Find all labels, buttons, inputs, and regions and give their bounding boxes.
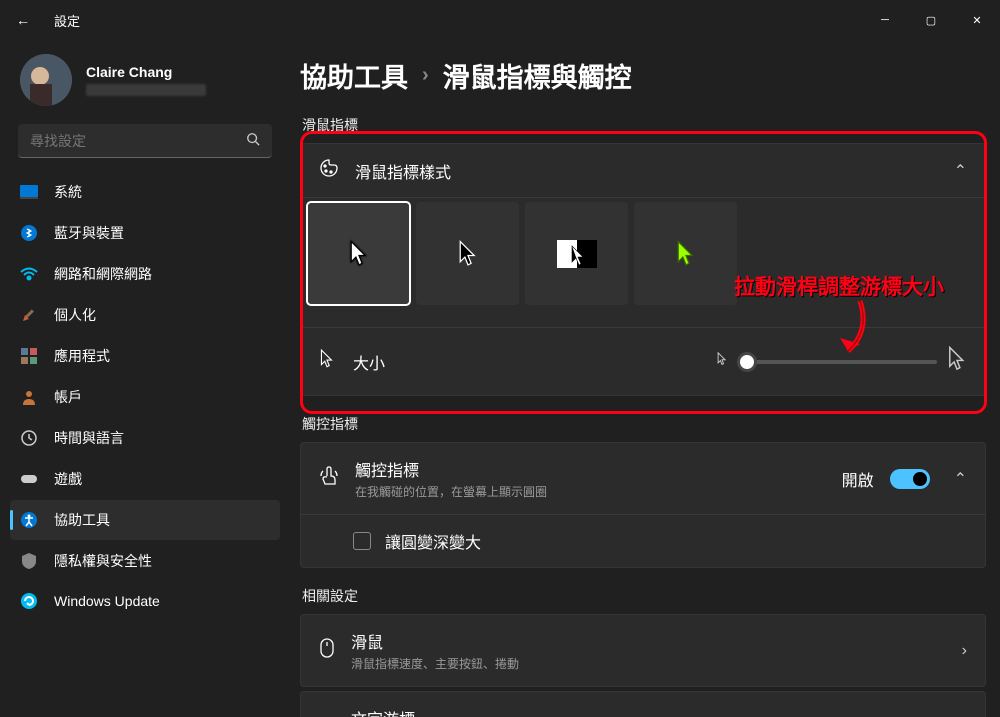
sidebar-item-update[interactable]: Windows Update <box>10 582 280 620</box>
display-icon <box>20 183 38 201</box>
pointer-style-card: 滑鼠指標樣式 ⌃ 大小 <box>300 143 986 396</box>
pointer-style-inverted[interactable] <box>525 202 628 305</box>
maximize-button[interactable]: ▢ <box>908 0 954 40</box>
row-title: 滑鼠 <box>351 629 519 653</box>
sidebar-item-apps[interactable]: 應用程式 <box>10 336 280 376</box>
sidebar-item-system[interactable]: 系統 <box>10 172 280 212</box>
toggle-label: 開啟 <box>842 467 874 491</box>
clock-icon <box>20 429 38 447</box>
touch-indicator-row[interactable]: 觸控指標 在我觸碰的位置，在螢幕上顯示圓圈 開啟 ⌃ <box>301 443 985 514</box>
touch-icon <box>319 466 339 491</box>
sidebar-item-label: 網路和網際網路 <box>54 264 152 284</box>
close-button[interactable]: ✕ <box>954 0 1000 40</box>
profile-name: Claire Chang <box>86 64 206 80</box>
page-title: 滑鼠指標與觸控 <box>443 56 632 95</box>
sidebar-item-bluetooth[interactable]: 藍牙與裝置 <box>10 213 280 253</box>
touch-toggle[interactable] <box>890 469 930 489</box>
chevron-right-icon: › <box>962 642 967 660</box>
sidebar-item-accounts[interactable]: 帳戶 <box>10 377 280 417</box>
person-icon <box>20 388 38 406</box>
gamepad-icon <box>20 470 38 488</box>
sidebar-item-label: 系統 <box>54 182 82 202</box>
sidebar-item-label: 時間與語言 <box>54 428 124 448</box>
minimize-button[interactable]: ─ <box>862 0 908 40</box>
cursor-outline-icon <box>319 349 335 374</box>
pointer-style-white[interactable] <box>307 202 410 305</box>
paintbrush-icon <box>20 306 38 324</box>
related-mouse-card[interactable]: 滑鼠 滑鼠指標速度、主要按鈕、捲動 › <box>300 614 986 687</box>
sidebar-item-label: 藍牙與裝置 <box>54 223 124 243</box>
search-icon <box>246 132 260 149</box>
sidebar-item-personalization[interactable]: 個人化 <box>10 295 280 335</box>
row-label: 滑鼠指標樣式 <box>355 159 451 183</box>
sidebar-item-label: 協助工具 <box>54 510 110 530</box>
pointer-size-row: 大小 <box>301 327 985 395</box>
profile-email <box>86 84 206 96</box>
touch-darker-checkbox[interactable] <box>353 532 371 550</box>
sidebar-item-privacy[interactable]: 隱私權與安全性 <box>10 541 280 581</box>
sidebar-item-label: Windows Update <box>54 593 160 609</box>
chevron-right-icon: › <box>422 64 429 87</box>
shield-icon <box>20 552 38 570</box>
app-title: 設定 <box>54 11 80 30</box>
size-slider[interactable] <box>737 360 937 364</box>
related-textcursor-card[interactable]: 文字游標 <box>300 691 986 717</box>
sidebar-item-label: 帳戶 <box>54 387 82 407</box>
breadcrumb: 協助工具 › 滑鼠指標與觸控 <box>300 56 986 95</box>
mouse-icon <box>319 637 335 664</box>
profile[interactable]: Claire Chang <box>0 40 290 120</box>
sidebar-item-time[interactable]: 時間與語言 <box>10 418 280 458</box>
row-desc: 在我觸碰的位置，在螢幕上顯示圓圈 <box>355 483 547 500</box>
row-title: 觸控指標 <box>355 457 547 481</box>
cursor-large-icon <box>947 346 967 377</box>
pointer-style-black[interactable] <box>416 202 519 305</box>
sidebar-item-network[interactable]: 網路和網際網路 <box>10 254 280 294</box>
checkbox-label: 讓圓變深變大 <box>385 529 481 553</box>
section-header-related: 相關設定 <box>302 586 984 606</box>
breadcrumb-parent[interactable]: 協助工具 <box>300 56 408 95</box>
back-button[interactable]: ← <box>16 12 36 28</box>
bluetooth-icon <box>20 224 38 242</box>
touch-darker-row[interactable]: 讓圓變深變大 <box>301 514 985 567</box>
cursor-small-icon <box>717 352 727 371</box>
sidebar-item-gaming[interactable]: 遊戲 <box>10 459 280 499</box>
search-box[interactable] <box>18 124 272 158</box>
apps-icon <box>20 347 38 365</box>
touch-indicator-card: 觸控指標 在我觸碰的位置，在螢幕上顯示圓圈 開啟 ⌃ 讓圓變深變大 <box>300 442 986 568</box>
search-input[interactable] <box>30 133 246 149</box>
sidebar-item-label: 個人化 <box>54 305 96 325</box>
section-header-touch: 觸控指標 <box>302 414 984 434</box>
slider-thumb[interactable] <box>737 352 757 372</box>
avatar <box>20 54 72 106</box>
chevron-up-icon: ⌃ <box>954 469 967 489</box>
sidebar-item-label: 應用程式 <box>54 346 110 366</box>
pointer-style-header[interactable]: 滑鼠指標樣式 ⌃ <box>301 144 985 197</box>
wifi-icon <box>20 265 38 283</box>
accessibility-icon <box>20 511 38 529</box>
row-title: 文字游標 <box>351 706 415 717</box>
section-header-pointer: 滑鼠指標 <box>302 115 984 135</box>
sidebar-item-accessibility[interactable]: 協助工具 <box>10 500 280 540</box>
sidebar-item-label: 遊戲 <box>54 469 82 489</box>
row-desc: 滑鼠指標速度、主要按鈕、捲動 <box>351 655 519 672</box>
row-label: 大小 <box>353 350 385 374</box>
sidebar-item-label: 隱私權與安全性 <box>54 551 152 571</box>
palette-icon <box>319 158 339 183</box>
chevron-up-icon: ⌃ <box>954 161 967 181</box>
pointer-style-custom[interactable] <box>634 202 737 305</box>
update-icon <box>20 592 38 610</box>
